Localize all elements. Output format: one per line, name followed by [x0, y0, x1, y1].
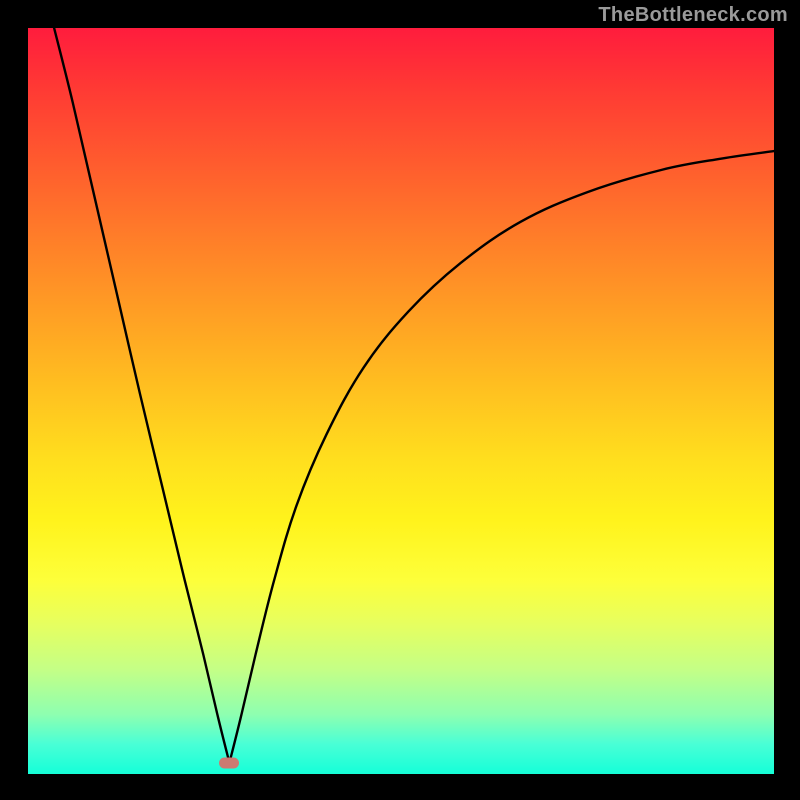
curve-left-branch: [54, 28, 229, 763]
watermark-text: TheBottleneck.com: [598, 4, 788, 27]
minimum-marker: [219, 757, 239, 768]
curve-svg: [28, 28, 774, 774]
curve-right-branch: [229, 151, 774, 763]
chart-container: TheBottleneck.com: [0, 0, 800, 800]
